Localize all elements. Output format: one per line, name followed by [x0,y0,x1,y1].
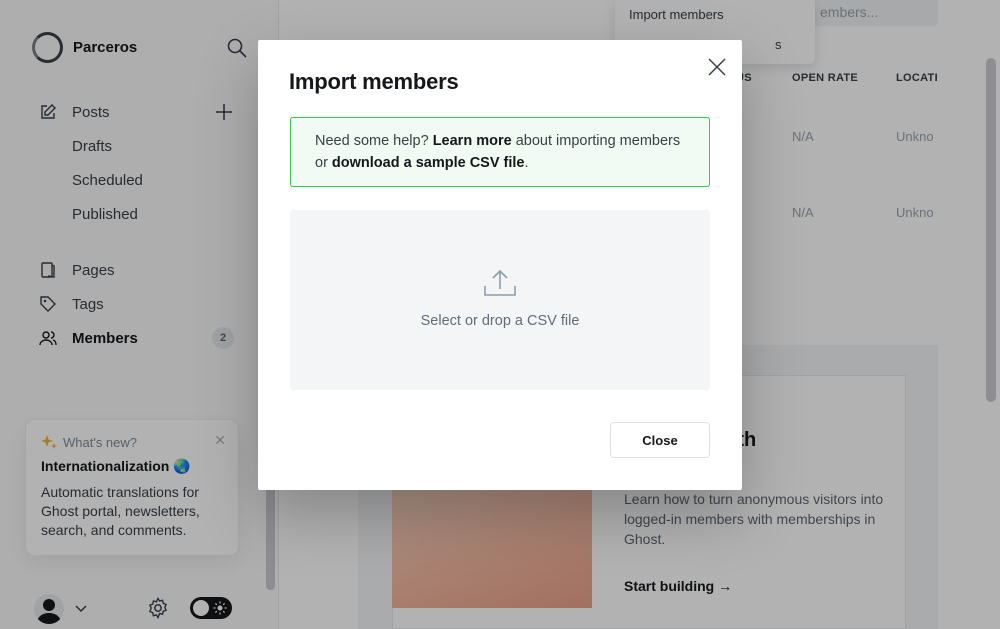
help-prefix: Need some help? [315,133,433,149]
import-members-modal: Import members Need some help? Learn mor… [258,40,742,490]
help-box: Need some help? Learn more about importi… [290,117,710,187]
upload-icon [484,269,516,296]
modal-title: Import members [289,69,459,94]
sample-csv-link[interactable]: download a sample CSV file [332,155,525,171]
close-icon[interactable] [706,56,728,78]
csv-dropzone[interactable]: Select or drop a CSV file [290,210,710,390]
learn-more-link[interactable]: Learn more [433,133,512,149]
help-suffix: . [524,155,529,171]
dropzone-label: Select or drop a CSV file [420,313,580,329]
close-button[interactable]: Close [610,422,710,458]
